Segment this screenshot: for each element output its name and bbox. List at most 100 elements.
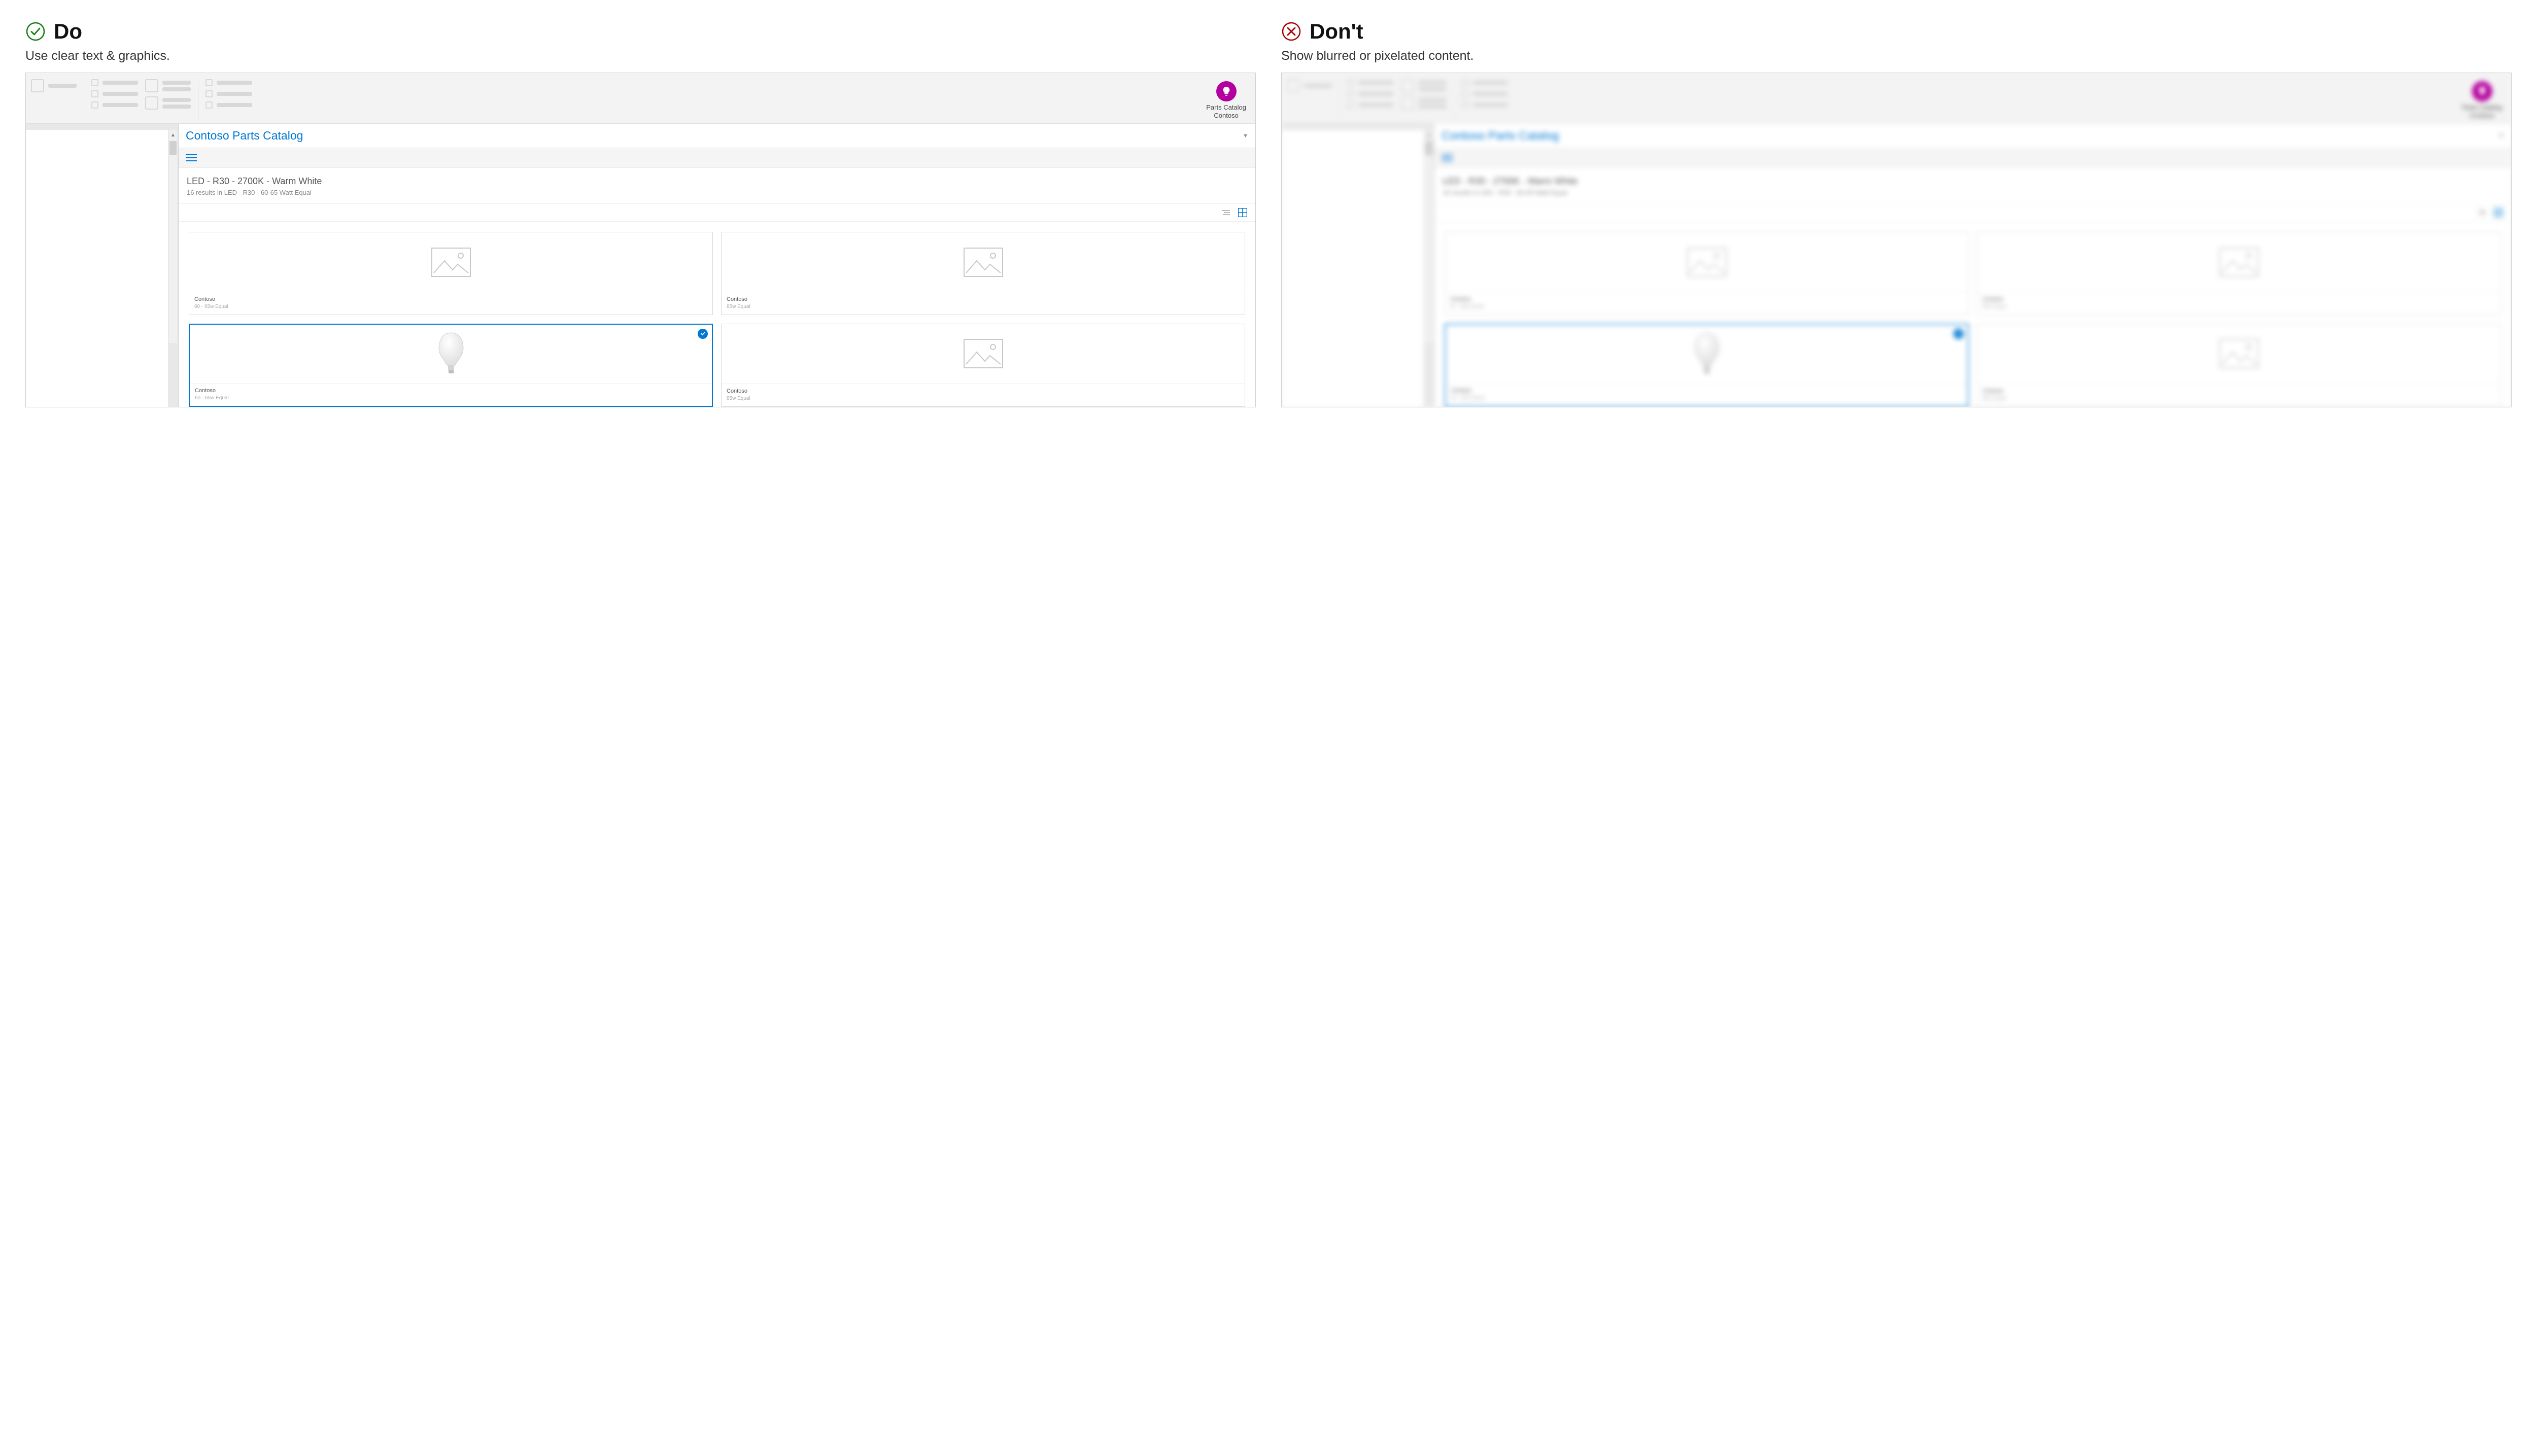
product-card[interactable]: Contoso60 - 65w Equal [189,324,713,407]
selected-check-icon [698,329,708,339]
ribbon-placeholder-icon[interactable] [1461,79,1468,86]
product-meta: Contoso 85w Equal [722,292,1245,315]
ribbon-placeholder-icon[interactable] [1461,101,1468,109]
product-spec: 60 - 65w Equal [195,395,707,401]
ribbon-placeholder-icon[interactable] [91,79,98,86]
grid-view-icon[interactable] [1238,208,1247,217]
scrollbar-thumb[interactable] [1425,141,1432,155]
selected-check-icon [1953,329,1964,339]
ribbon-placeholder-icon[interactable] [1461,90,1468,97]
product-brand: Contoso [727,296,1240,302]
scrollbar-thumb[interactable] [169,141,177,155]
product-card[interactable]: Contoso85w Equal [721,324,1245,407]
list-view-icon[interactable] [1222,210,1230,215]
ribbon-placeholder-text [217,103,252,107]
ribbon-placeholder-text [1472,103,1508,107]
ribbon-placeholder-icon[interactable] [1347,79,1354,86]
product-card[interactable]: Contoso60 - 65w Equal [189,232,713,315]
ribbon-placeholder-text [102,92,138,96]
ribbon-placeholder-text [162,98,191,102]
product-brand: Contoso [195,388,707,394]
ribbon-placeholder-text [217,81,252,85]
document-page[interactable] [1282,130,1424,407]
search-title: LED - R30 - 2700K - Warm White [1443,176,2503,187]
product-meta: Contoso60 - 65w Equal [1445,292,1968,315]
ribbon-placeholder-text [102,81,138,85]
ribbon-placeholder-icon[interactable] [91,90,98,97]
ribbon-placeholder-text [1418,81,1447,85]
product-card[interactable]: Contoso 85w Equal [721,232,1245,315]
search-results-count: 16 results in LED - R30 - 60-65 Watt Equ… [1443,189,2503,196]
ribbon-placeholder-text [1418,98,1447,102]
ribbon-placeholder-icon[interactable] [205,101,213,109]
product-spec: 85w Equal [1982,396,2495,401]
search-summary: LED - R30 - 2700K - Warm White 16 result… [1434,168,2511,204]
image-placeholder-icon [1977,324,2500,384]
scroll-up-icon[interactable]: ▲ [1424,130,1433,140]
product-card[interactable]: Contoso85w Equal [1977,324,2501,407]
product-brand: Contoso [1982,296,2495,302]
ribbon-placeholder-icon[interactable] [1401,79,1414,92]
addin-label: Parts Catalog Contoso [2462,103,2502,120]
ribbon-placeholder-text [162,105,191,109]
ribbon-placeholder-text [217,92,252,96]
ribbon-placeholder-text [102,103,138,107]
ribbon-placeholder-icon[interactable] [91,101,98,109]
product-meta: Contoso85w Equal [1977,384,2500,406]
product-card[interactable]: Contoso60 - 65w Equal [1445,232,1969,315]
hamburger-menu-icon[interactable] [1442,154,1453,161]
ribbon: Parts Catalog Contoso [26,73,1255,124]
scrollbar[interactable]: ▲ [168,130,178,343]
image-placeholder-icon [1977,232,2500,292]
addin-label-line2: Contoso [1206,112,1246,120]
grid-view-icon[interactable] [2494,208,2503,217]
ribbon-placeholder-text [1304,84,1332,88]
ribbon-placeholder-icon[interactable] [145,79,158,92]
ribbon-group [145,79,191,110]
product-brand: Contoso [1451,388,1963,394]
product-spec: 85w Equal [1982,304,2495,309]
ribbon-placeholder-icon[interactable] [1401,96,1414,110]
product-card[interactable]: Contoso60 - 65w Equal [1445,324,1969,407]
product-spec: 85w Equal [727,304,1240,309]
ribbon-placeholder-text [1418,105,1447,109]
ribbon-placeholder-text [162,87,191,91]
ribbon-addin-button[interactable]: Parts Catalog Contoso [2453,79,2511,120]
product-meta: Contoso60 - 65w Equal [1446,384,1968,406]
hamburger-menu-icon[interactable] [186,154,197,161]
ribbon-placeholder-icon[interactable] [1347,90,1354,97]
scrollbar[interactable]: ▲ [1424,130,1434,343]
ribbon-group [1287,79,1332,92]
ribbon-addin-button[interactable]: Parts Catalog Contoso [1197,79,1255,120]
product-brand: Contoso [727,388,1240,394]
product-brand: Contoso [194,296,707,302]
cross-circle-icon [1281,21,1301,42]
ribbon-placeholder-icon[interactable] [145,96,158,110]
do-title: Do [54,19,82,44]
do-subtitle: Use clear text & graphics. [25,49,1256,63]
document-page[interactable] [26,130,168,407]
pane-menu-caret-icon[interactable]: ▼ [1243,133,1248,139]
ribbon-group [1461,79,1508,109]
view-toggle [179,204,1255,222]
product-meta: Contoso85w Equal [722,384,1245,406]
ribbon-placeholder-icon[interactable] [1347,101,1354,109]
ribbon-placeholder-icon[interactable] [205,90,213,97]
pane-titlebar: Contoso Parts Catalog ▼ [179,124,1255,148]
ribbon-placeholder-icon[interactable] [205,79,213,86]
pane-toolbar [179,148,1255,168]
task-pane: Contoso Parts Catalog ▼ LED - R30 - 2700… [178,124,1255,407]
image-placeholder-icon [722,324,1245,384]
lightbulb-icon [1216,81,1237,101]
pane-menu-caret-icon[interactable]: ▼ [2498,133,2504,139]
app-body: ▲ Contoso Parts Catalog ▼ LED - R30 - 27… [1282,124,2511,407]
ribbon-placeholder-icon[interactable] [31,79,44,92]
list-view-icon[interactable] [2478,210,2486,215]
product-card[interactable]: Contoso 85w Equal [1977,232,2501,315]
app-body: ▲ Contoso Parts Catalog ▼ LED - R30 - 27… [26,124,1255,407]
ribbon-placeholder-icon[interactable] [1287,79,1300,92]
lightbulb-icon [2472,81,2492,101]
dont-screenshot: Parts Catalog Contoso ▲ Contoso Parts Ca… [1281,73,2512,407]
scroll-up-icon[interactable]: ▲ [168,130,178,140]
ribbon-group [205,79,252,109]
